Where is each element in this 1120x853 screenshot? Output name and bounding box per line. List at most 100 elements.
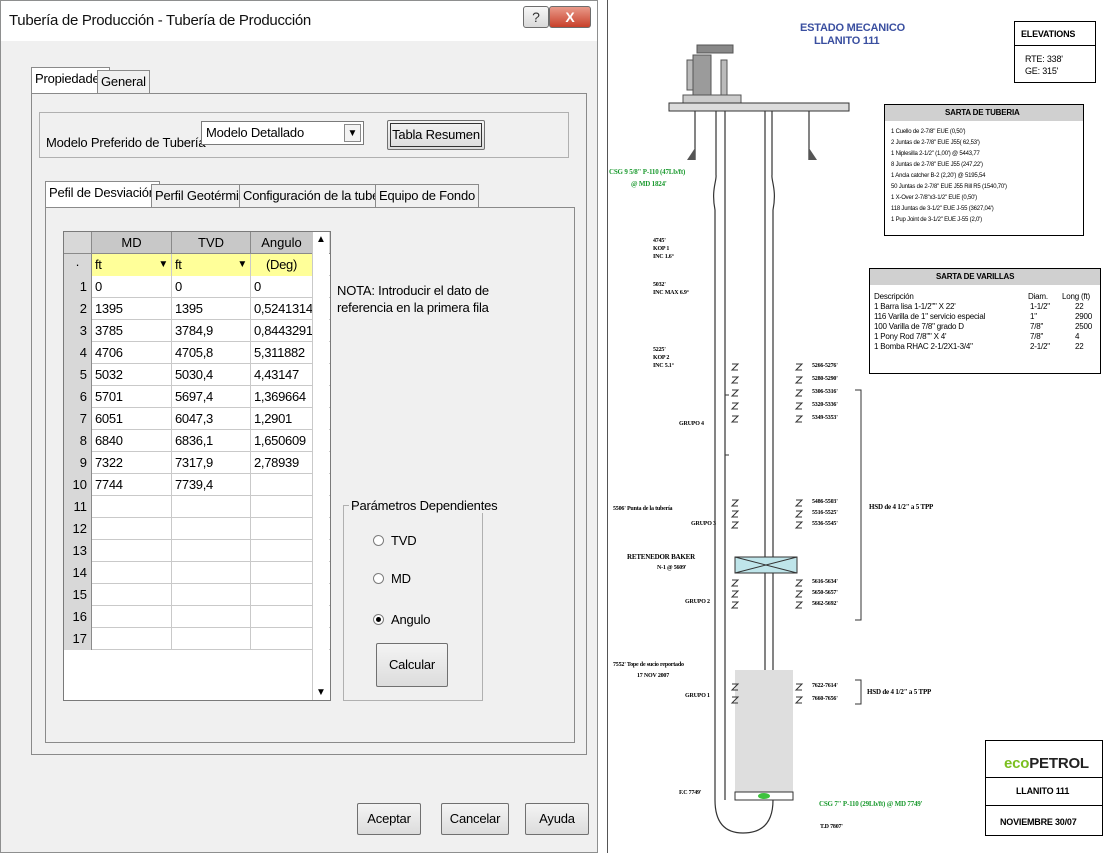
varillas-col-long: Long (ft)	[1062, 292, 1090, 301]
col-header-md[interactable]: MD	[92, 232, 172, 253]
radio-angulo[interactable]: Angulo	[373, 611, 443, 629]
perforation-depth: 5486-5503'	[812, 499, 838, 505]
cell-md[interactable]	[92, 628, 172, 650]
cell-tvd[interactable]: 5697,4	[172, 386, 251, 408]
cell-angulo[interactable]: 2,78939	[251, 452, 313, 474]
cell-angulo[interactable]	[251, 518, 313, 540]
cell-angulo[interactable]: 0	[251, 276, 313, 298]
modelo-value: Modelo Detallado	[206, 125, 304, 140]
tab-general[interactable]: General	[97, 70, 150, 94]
cell-md[interactable]: 6840	[92, 430, 172, 452]
cell-angulo[interactable]: 0,5241314	[251, 298, 313, 320]
cell-angulo[interactable]: 1,369664	[251, 386, 313, 408]
cell-md[interactable]	[92, 562, 172, 584]
ayuda-button[interactable]: Ayuda	[525, 803, 589, 835]
cell-tvd[interactable]: 7739,4	[172, 474, 251, 496]
cell-md[interactable]: 4706	[92, 342, 172, 364]
cell-angulo[interactable]: 1,2901	[251, 408, 313, 430]
tab-perfil-desviacion[interactable]: Pefil de Desviación	[45, 181, 160, 208]
grid-scrollbar[interactable]: ▲ ▼	[312, 232, 329, 700]
scroll-down-icon[interactable]: ▼	[316, 687, 326, 698]
desviacion-grid: MD TVD Angulo · ft ▼ ft ▼ (Deg) 1 0 0 0 2 1395 1…	[63, 231, 331, 701]
cell-tvd[interactable]: 5030,4	[172, 364, 251, 386]
col-header-tvd[interactable]: TVD	[172, 232, 251, 253]
tuberia-dialog: Tubería de Producción - Tubería de Produ…	[0, 0, 598, 853]
help-icon[interactable]: ?	[523, 6, 549, 28]
cell-angulo[interactable]	[251, 606, 313, 628]
cell-md[interactable]: 3785	[92, 320, 172, 342]
calcular-button[interactable]: Calcular	[376, 643, 448, 687]
cell-tvd[interactable]: 4705,8	[172, 342, 251, 364]
casing-top-depth: @ MD 1824'	[631, 180, 667, 188]
cell-md[interactable]: 5701	[92, 386, 172, 408]
cell-angulo[interactable]: 1,650609	[251, 430, 313, 452]
table-row: 16	[64, 606, 330, 628]
cell-md[interactable]	[92, 606, 172, 628]
tabla-resumen-button[interactable]: Tabla Resumen	[387, 120, 485, 150]
tab-configuracion-tuberia[interactable]: Configuración de la tubería	[239, 184, 398, 208]
perforation-mark	[730, 389, 740, 397]
cell-md[interactable]	[92, 584, 172, 606]
cell-md[interactable]: 6051	[92, 408, 172, 430]
cell-angulo[interactable]: 5,311882	[251, 342, 313, 364]
aceptar-button[interactable]: Aceptar	[357, 803, 421, 835]
unit-select-md[interactable]: ft ▼	[92, 254, 172, 276]
cell-tvd[interactable]: 0	[172, 276, 251, 298]
retenedor-icon	[734, 556, 798, 574]
cell-angulo[interactable]: 4,43147	[251, 364, 313, 386]
cell-angulo[interactable]: 0,8443291	[251, 320, 313, 342]
cell-md[interactable]: 1395	[92, 298, 172, 320]
radio-tvd[interactable]: TVD	[373, 532, 433, 550]
cell-tvd[interactable]	[172, 606, 251, 628]
cell-tvd[interactable]	[172, 518, 251, 540]
cell-angulo[interactable]	[251, 540, 313, 562]
cell-tvd[interactable]	[172, 540, 251, 562]
perforation-mark	[730, 601, 740, 609]
list-item: 1 Ancla catcher B-2 (2,20') @ 5195,54	[891, 173, 986, 179]
cell-angulo[interactable]	[251, 584, 313, 606]
casing-bottom-label: CSG 7" P-110 (29Lb/ft) @ MD 7749'	[819, 800, 923, 808]
cell-tvd[interactable]: 7317,9	[172, 452, 251, 474]
varilla-long: 22	[1075, 302, 1084, 311]
pumpjack-icon	[682, 44, 742, 104]
cell-tvd[interactable]	[172, 496, 251, 518]
modelo-select[interactable]: Modelo Detallado ▼	[201, 121, 364, 145]
cell-md[interactable]: 0	[92, 276, 172, 298]
cell-tvd[interactable]: 6836,1	[172, 430, 251, 452]
cell-md[interactable]: 5032	[92, 364, 172, 386]
cell-tvd[interactable]	[172, 628, 251, 650]
varilla-desc: 100 Varilla de 7/8" grado D	[874, 322, 964, 331]
close-icon[interactable]: X	[549, 6, 591, 28]
scroll-up-icon[interactable]: ▲	[316, 234, 326, 245]
cell-tvd[interactable]: 3784,9	[172, 320, 251, 342]
cell-angulo[interactable]	[251, 628, 313, 650]
table-row: 4 4706 4705,8 5,311882	[64, 342, 330, 364]
grid-unit-row: · ft ▼ ft ▼ (Deg)	[64, 254, 330, 276]
table-row: 13	[64, 540, 330, 562]
cell-tvd[interactable]: 1395	[172, 298, 251, 320]
footer-well-name: LLANITO 111	[1016, 786, 1070, 796]
varilla-diam: 2-1/2"	[1030, 342, 1050, 351]
cell-md[interactable]	[92, 540, 172, 562]
cell-md[interactable]: 7744	[92, 474, 172, 496]
table-row: 2 1395 1395 0,5241314	[64, 298, 330, 320]
col-header-angulo[interactable]: Angulo	[251, 232, 313, 253]
tab-equipo-fondo[interactable]: Equipo de Fondo	[375, 184, 480, 208]
radio-md[interactable]: MD	[373, 570, 433, 588]
unit-select-tvd[interactable]: ft ▼	[172, 254, 251, 276]
row-number: 1	[64, 276, 92, 298]
cell-tvd[interactable]: 6047,3	[172, 408, 251, 430]
cell-angulo[interactable]	[251, 474, 313, 496]
cell-md[interactable]	[92, 496, 172, 518]
cell-md[interactable]	[92, 518, 172, 540]
cancelar-button[interactable]: Cancelar	[441, 803, 509, 835]
unit-angulo: (Deg)	[251, 254, 313, 276]
cell-angulo[interactable]	[251, 562, 313, 584]
cell-angulo[interactable]	[251, 496, 313, 518]
chevron-down-icon: ▼	[158, 259, 168, 270]
cell-md[interactable]: 7322	[92, 452, 172, 474]
list-item: 8 Juntas de 2-7/8" EUE J55 (247,22')	[891, 162, 983, 168]
perforation-mark	[730, 499, 740, 507]
cell-tvd[interactable]	[172, 584, 251, 606]
cell-tvd[interactable]	[172, 562, 251, 584]
